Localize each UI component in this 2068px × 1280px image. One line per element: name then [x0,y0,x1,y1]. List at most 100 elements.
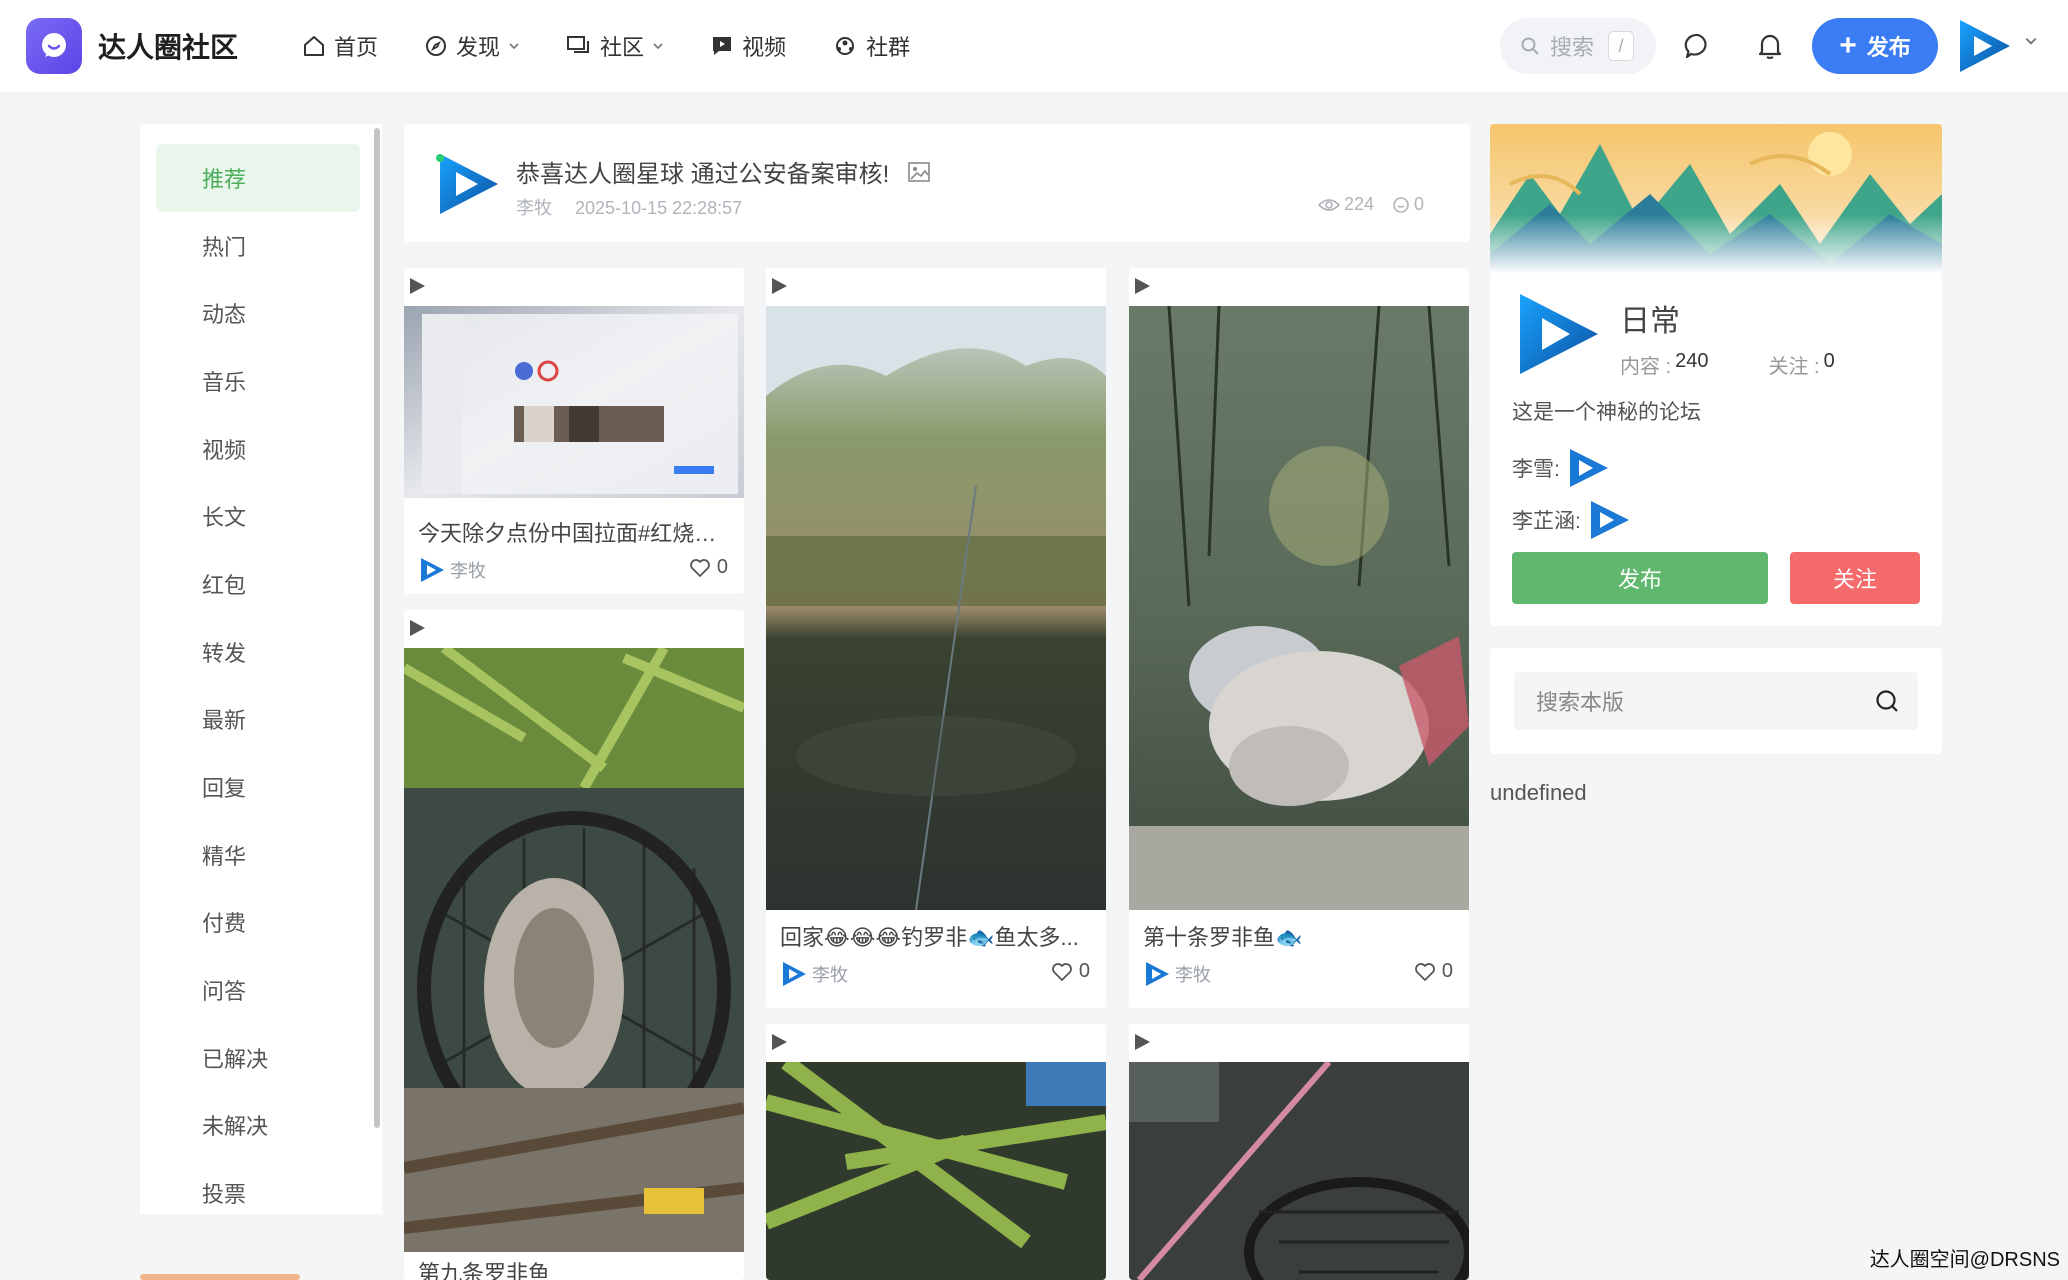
nav-home[interactable]: 首页 [302,30,378,62]
sidebar-item-label: 热门 [202,235,247,260]
nav-discover[interactable]: 发现 [424,30,520,62]
sidebar-item-latest[interactable]: 最新 [156,685,360,753]
play-icon [1135,278,1150,294]
views-count: 224 [1343,194,1374,214]
sidebar-item-label: 推荐 [202,167,247,192]
forum-follow-button[interactable]: 关注 [1790,552,1920,604]
heart-icon [689,558,710,577]
pinned-post-meta: 李牧 2025-10-15 22:28:57 [516,194,742,220]
sidebar-item-hot[interactable]: 热门 [156,212,360,280]
sidebar-item-label: 动态 [202,302,247,327]
post-caption: 今天除夕点份中国拉面#红烧牛... [418,521,730,546]
sidebar-item-label: 精华 [202,844,247,869]
post-author[interactable]: 李牧 [418,556,486,584]
heart-icon [1414,962,1435,981]
moderator-avatar[interactable] [1587,498,1631,542]
global-search[interactable]: 搜索 / [1500,18,1656,74]
post-date: 2025-10-15 22:28:57 [575,198,743,218]
play-icon [410,278,425,294]
post-caption: 回家😂😂😂钓罗非🐟鱼太多... [780,925,1079,950]
forum-name: 日常 [1620,305,1680,338]
sidebar-item-video[interactable]: 视频 [156,415,360,483]
post-thumbnail [766,306,1106,910]
forum-banner [1490,124,1942,274]
nav-community[interactable]: 社区 [566,30,664,62]
sidebar-item-music[interactable]: 音乐 [156,347,360,415]
sidebar-item-label: 音乐 [202,370,247,395]
post-author[interactable]: 李牧 [780,960,848,988]
moderator-row: 李雪: [1512,446,1610,490]
bell-icon [1758,34,1782,60]
post-card[interactable] [766,1024,1106,1280]
sidebar-item-recommend[interactable]: 推荐 [156,144,360,212]
brand[interactable]: 达人圈社区 [26,18,238,74]
sidebar-item-label: 已解决 [202,1047,269,1072]
pinned-post-title[interactable]: 恭喜达人圈星球 通过公安备案审核! [516,154,931,189]
like-count: 0 [1078,960,1090,982]
search-icon [1521,37,1539,55]
post-card[interactable]: 第十条罗非鱼🐟 李牧 0 [1129,268,1469,1008]
post-thumbnail [1129,1062,1469,1280]
messages-button[interactable] [1680,28,1716,64]
nav-group[interactable]: 社群 [832,30,910,62]
moderator-avatar[interactable] [1566,446,1610,490]
board-search-card: 搜索本版 [1490,648,1942,754]
sidebar-item-label: 最新 [202,708,247,733]
image-icon [908,161,931,182]
nav-home-label: 首页 [334,35,379,60]
sidebar-item-unsolved[interactable]: 未解决 [156,1091,360,1159]
notifications-button[interactable] [1752,28,1788,64]
like-count: 0 [1441,960,1453,982]
forum-stats: 内容 : 240 关注 : 0 [1620,350,1835,379]
sidebar-item-redpacket[interactable]: 红包 [156,550,360,618]
nav-group-label: 社群 [866,35,911,60]
sidebar-item-qa[interactable]: 问答 [156,956,360,1024]
nav-community-label: 社区 [600,35,645,60]
play-icon [772,278,787,294]
nav-video[interactable]: 视频 [710,30,786,62]
pinned-post-title-text: 恭喜达人圈星球 通过公安备案审核! [516,161,890,188]
message-icon [1684,33,1707,59]
moderator-row: 李芷涵: [1512,498,1631,542]
like-button[interactable]: 0 [689,556,728,579]
sidebar-item-paid[interactable]: 付费 [156,888,360,956]
like-button[interactable]: 0 [1414,960,1453,983]
sidebar-scrollbar[interactable] [374,128,380,1128]
sidebar-item-repost[interactable]: 转发 [156,618,360,686]
author-name: 李牧 [1175,965,1211,985]
forum-publish-button[interactable]: 发布 [1512,552,1768,604]
post-card[interactable]: 回家😂😂😂钓罗非🐟鱼太多... 李牧 0 [766,268,1106,1008]
comment-icon [1393,196,1409,213]
sidebar-item-reply[interactable]: 回复 [156,753,360,821]
follow-count: 0 [1823,350,1835,372]
post-thumbnail [766,1062,1106,1280]
board-search-input[interactable]: 搜索本版 [1514,672,1918,730]
like-button[interactable]: 0 [1051,960,1090,983]
post-author[interactable]: 李牧 [1143,960,1211,988]
publish-button[interactable]: + 发布 [1812,18,1938,74]
user-avatar[interactable] [1954,16,2014,76]
search-icon[interactable] [1874,688,1900,714]
author-avatar [783,962,806,986]
video-icon [713,37,732,55]
author-avatar [436,154,498,214]
chevron-down-icon[interactable] [2024,34,2038,48]
board-search-placeholder: 搜索本版 [1536,690,1625,715]
pinned-post[interactable]: 恭喜达人圈星球 通过公安备案审核! 李牧 2025-10-15 22:28:57… [404,124,1470,242]
sidebar-item-article[interactable]: 长文 [156,482,360,550]
author-avatar [1146,962,1169,986]
author-name: 李牧 [450,561,486,581]
post-card[interactable]: 今天除夕点份中国拉面#红烧牛... 李牧 0 [404,268,744,594]
post-card[interactable] [1129,1024,1469,1280]
sidebar-item-label: 投票 [202,1182,247,1207]
main-nav: 首页 发现 社区 视频 社群 [302,30,956,62]
site-title: 达人圈社区 [98,32,239,63]
post-card[interactable]: 第九条罗非鱼 [404,610,744,1280]
sidebar-item-solved[interactable]: 已解决 [156,1024,360,1092]
category-sidebar: 推荐 热门 动态 音乐 视频 长文 红包 转发 最新 回复 精华 付费 问答 已… [140,124,382,1214]
content-count: 240 [1675,350,1709,372]
sidebar-item-featured[interactable]: 精华 [156,821,360,889]
sidebar-item-feed[interactable]: 动态 [156,279,360,347]
sidebar-item-vote[interactable]: 投票 [156,1159,360,1214]
heart-icon [1051,962,1072,981]
